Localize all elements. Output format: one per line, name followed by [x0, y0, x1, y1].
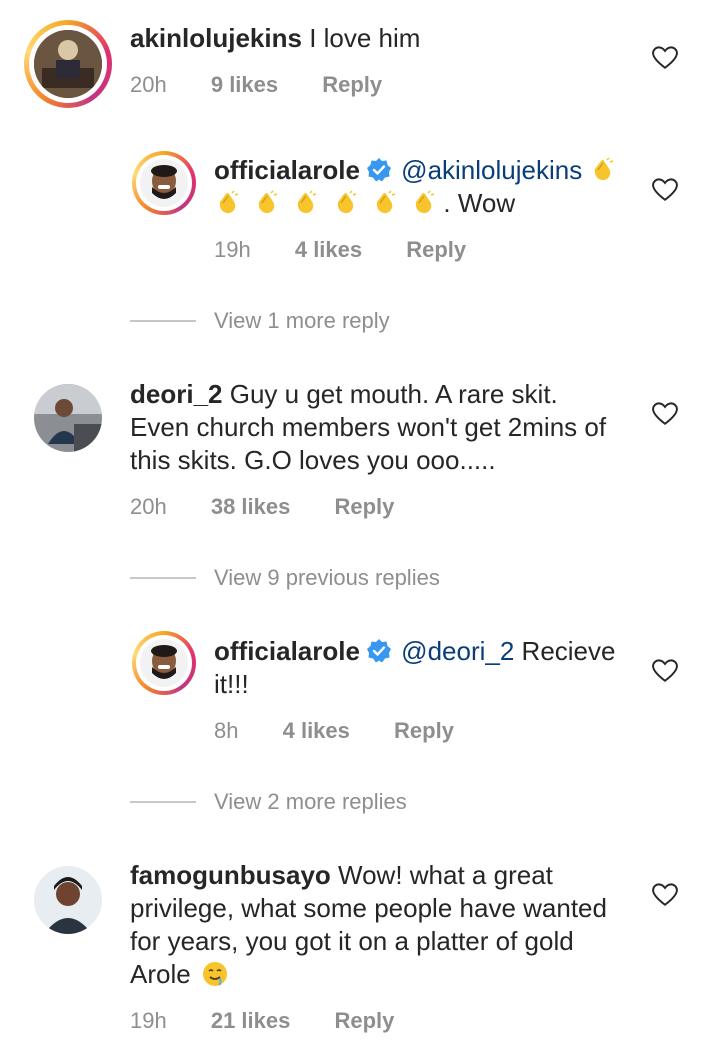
likes-count[interactable]: 9 likes	[211, 72, 278, 97]
comment-username[interactable]: akinlolujekins	[130, 23, 302, 53]
comment-text: Even church members won't get 2mins of	[130, 412, 607, 442]
heart-outline-icon[interactable]	[652, 402, 678, 426]
comment-meta: 8h 4 likes Reply	[214, 718, 492, 744]
reply-button[interactable]: Reply	[394, 718, 454, 743]
avatar[interactable]	[140, 639, 188, 687]
comment-meta: 20h 9 likes Reply	[130, 72, 420, 98]
divider	[130, 320, 196, 322]
comment-time: 20h	[130, 72, 167, 97]
divider	[130, 801, 196, 803]
comment-text: it!!!	[214, 669, 249, 699]
comment-text: . Wow	[443, 188, 516, 218]
comment-username[interactable]: officialarole	[214, 155, 360, 185]
comment-time: 20h	[130, 494, 167, 519]
comment-text: privilege, what some people have wanted	[130, 893, 607, 923]
clapping-hands-emoji	[298, 190, 317, 214]
comment-text: Arole	[130, 959, 191, 989]
clapping-hands-emoji	[219, 190, 239, 214]
view-more-label[interactable]: View 2 more replies	[214, 789, 407, 815]
divider	[130, 577, 196, 579]
comment-username[interactable]: deori_2	[130, 379, 223, 409]
comment-text: this skits. G.O loves you ooo.....	[130, 445, 496, 475]
avatar[interactable]	[140, 159, 188, 207]
mention-link[interactable]: @akinlolujekins	[401, 155, 582, 185]
avatar[interactable]	[34, 866, 102, 934]
clapping-hands-emoji	[259, 190, 278, 214]
likes-count[interactable]: 38 likes	[211, 494, 291, 519]
drooling-face-emoji	[202, 962, 227, 986]
comment-time: 19h	[214, 237, 251, 262]
reply-button[interactable]: Reply	[334, 1008, 394, 1033]
reply-button[interactable]: Reply	[406, 237, 466, 262]
view-more-label[interactable]: View 1 more reply	[214, 308, 390, 334]
verified-badge-icon	[366, 158, 391, 182]
comment-meta: 20h 38 likes Reply	[130, 494, 432, 520]
clapping-hands-emoji	[376, 190, 396, 214]
heart-outline-icon[interactable]	[652, 659, 678, 683]
clapping-hands-emoji	[595, 157, 614, 181]
heart-outline-icon[interactable]	[652, 883, 678, 907]
comment-time: 8h	[214, 718, 239, 743]
likes-count[interactable]: 4 likes	[295, 237, 362, 262]
comment-text: I love him	[309, 23, 421, 53]
comment-username[interactable]: famogunbusayo	[130, 860, 331, 890]
clapping-hands-emoji	[416, 190, 435, 214]
comment-username[interactable]: officialarole	[214, 636, 360, 666]
mention-link[interactable]: @deori_2	[401, 636, 514, 666]
heart-outline-icon[interactable]	[652, 46, 678, 70]
reply-button[interactable]: Reply	[334, 494, 394, 519]
likes-count[interactable]: 4 likes	[283, 718, 350, 743]
view-more-label[interactable]: View 9 previous replies	[214, 565, 440, 591]
comment-text: for years, you got it on a platter of go…	[130, 926, 574, 956]
comment-text: Recieve	[521, 636, 616, 666]
comment-text: Wow! what a great	[338, 860, 553, 890]
avatar[interactable]	[34, 384, 102, 452]
likes-count[interactable]: 21 likes	[211, 1008, 291, 1033]
comment-meta: 19h 21 likes Reply	[130, 1008, 432, 1034]
verified-badge-icon	[366, 639, 391, 663]
avatar[interactable]	[34, 30, 102, 98]
comment-meta: 19h 4 likes Reply	[214, 237, 504, 263]
reply-button[interactable]: Reply	[322, 72, 382, 97]
comment-text: Guy u get mouth. A rare skit.	[229, 379, 558, 409]
comment-time: 19h	[130, 1008, 167, 1033]
clapping-hands-emoji	[337, 190, 356, 214]
heart-outline-icon[interactable]	[652, 178, 678, 202]
